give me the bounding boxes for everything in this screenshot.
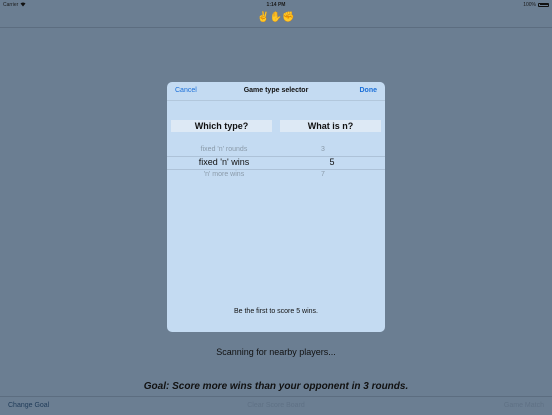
bottom-toolbar: Change Goal Clear Score Board Game Match: [0, 396, 552, 415]
done-button[interactable]: Done: [360, 87, 378, 94]
picker-option[interactable]: 3: [291, 146, 385, 153]
game-type-picker[interactable]: fixed 'n' rounds fixed 'n' wins 'n' more…: [167, 144, 291, 182]
picker-option-selected[interactable]: fixed 'n' wins: [167, 157, 291, 167]
dialog-title: Game type selector: [243, 87, 309, 94]
game-type-selector-dialog: Cancel Game type selector Done Which typ…: [167, 82, 385, 332]
battery-percent: 100%: [523, 1, 536, 8]
nav-title-emoji: ✌✋✊: [257, 12, 295, 23]
picker-option[interactable]: fixed 'n' rounds: [167, 146, 291, 153]
battery-icon: [538, 2, 549, 7]
type-column-header: Which type?: [171, 120, 272, 132]
picker-option[interactable]: 7: [291, 171, 385, 178]
battery-indicator: 100%: [523, 2, 549, 8]
navigation-bar: ✌✋✊: [0, 9, 552, 28]
picker-option-selected[interactable]: 5: [291, 157, 385, 167]
goal-description: Be the first to score 5 wins.: [233, 308, 319, 315]
game-match-button[interactable]: Game Match: [504, 402, 544, 409]
clear-score-board-button[interactable]: Clear Score Board: [0, 402, 552, 409]
picker-option[interactable]: 'n' more wins: [167, 171, 291, 178]
n-column-header: What is n?: [280, 120, 381, 132]
dialog-header: Cancel Game type selector Done: [167, 82, 385, 101]
goal-text: Goal: Score more wins than your opponent…: [143, 381, 409, 392]
scanning-status: Scanning for nearby players...: [216, 347, 336, 357]
status-bar: Carrier 1:14 PM 100%: [0, 0, 552, 9]
n-value-picker[interactable]: 3 5 7: [291, 144, 385, 182]
status-time: 1:14 PM: [266, 1, 286, 8]
